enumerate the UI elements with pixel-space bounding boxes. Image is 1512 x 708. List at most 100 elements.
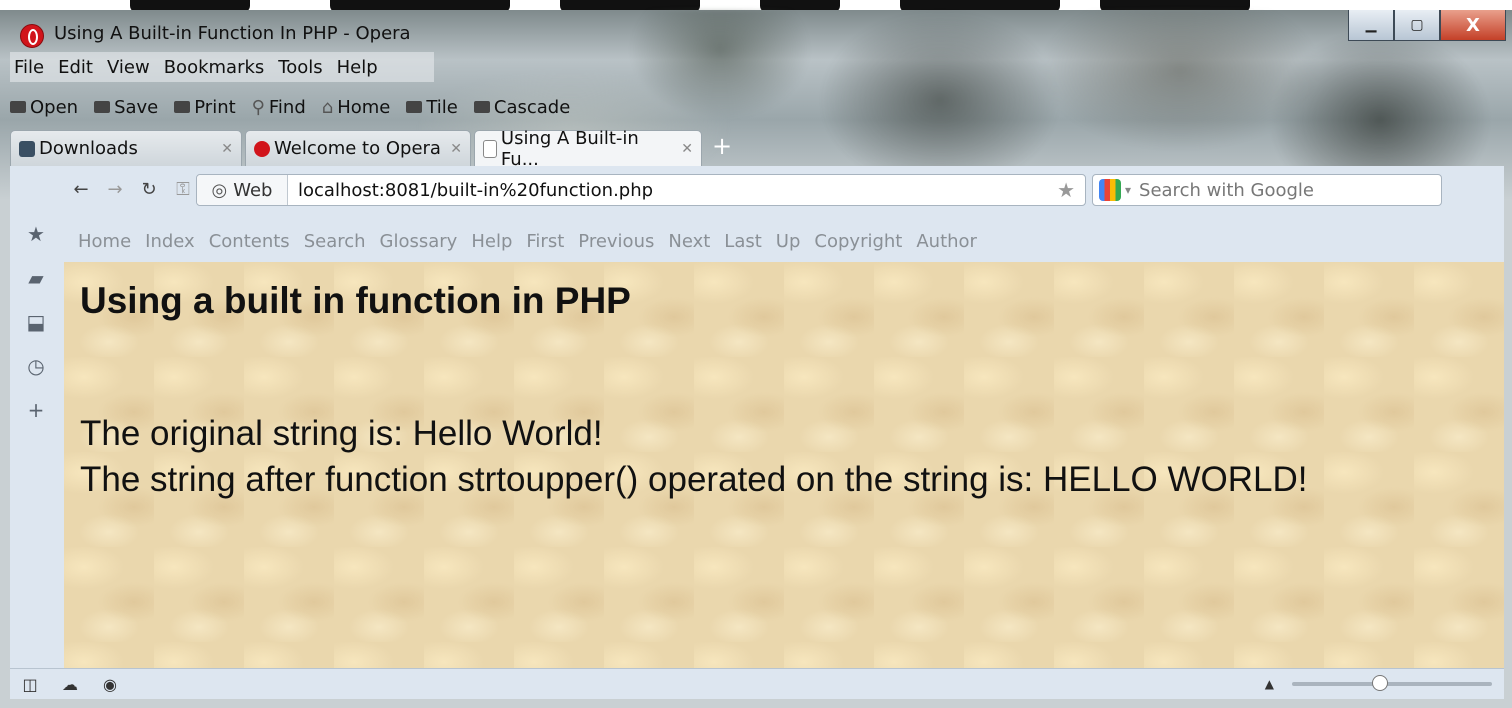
key-icon: ⚿: [176, 178, 190, 200]
print-button[interactable]: Print: [174, 96, 236, 118]
menu-file[interactable]: File: [14, 57, 44, 78]
panel-toggle-icon[interactable]: ◫: [10, 675, 50, 694]
link-help[interactable]: Help: [471, 231, 512, 252]
tile-icon: [406, 101, 423, 113]
link-last[interactable]: Last: [724, 231, 762, 252]
cascade-label: Cascade: [493, 96, 571, 118]
downloads-icon: [19, 140, 35, 157]
downloads-panel-icon[interactable]: ⬓: [10, 300, 62, 344]
search-dropdown-icon[interactable]: ▾: [1125, 183, 1131, 197]
zoom-slider-knob[interactable]: [1372, 675, 1388, 691]
maximize-button[interactable]: ▢: [1394, 10, 1440, 41]
open-button[interactable]: Open: [10, 97, 78, 118]
notes-icon[interactable]: ▰: [10, 256, 62, 300]
link-search[interactable]: Search: [304, 231, 366, 252]
link-index[interactable]: Index: [145, 231, 195, 252]
menu-tools[interactable]: Tools: [278, 57, 322, 78]
minimize-icon: ▁: [1365, 17, 1377, 33]
tab-close-icon[interactable]: ✕: [221, 141, 233, 157]
menu-edit[interactable]: Edit: [58, 57, 93, 78]
maximize-icon: ▢: [1410, 17, 1424, 33]
link-up[interactable]: Up: [776, 231, 801, 252]
key-button[interactable]: ⚿: [166, 179, 200, 200]
save-button[interactable]: Save: [94, 97, 158, 118]
bookmarks-star-icon[interactable]: ★: [10, 212, 62, 256]
link-copyright[interactable]: Copyright: [814, 231, 902, 252]
open-label: Open: [30, 96, 79, 118]
tab-downloads[interactable]: Downloads ✕: [10, 130, 242, 166]
window-title: Using A Built-in Function In PHP - Opera: [54, 23, 411, 44]
reload-button[interactable]: ↻: [132, 179, 166, 200]
folder-icon: [10, 101, 26, 113]
cascade-button[interactable]: Cascade: [473, 96, 571, 118]
save-label: Save: [114, 96, 159, 118]
tile-label: Tile: [426, 96, 458, 118]
top-crop-strip: [0, 0, 1512, 10]
uppercase-string-text: The string after function strtoupper() o…: [80, 460, 1308, 499]
zoom-up-icon[interactable]: ▲: [1265, 677, 1274, 691]
opera-logo-icon[interactable]: [20, 24, 44, 48]
menu-bookmarks[interactable]: Bookmarks: [164, 57, 265, 78]
link-author[interactable]: Author: [916, 231, 977, 252]
bookmark-star-icon[interactable]: ★: [1057, 178, 1075, 202]
home-button[interactable]: ⌂ Home: [322, 97, 391, 118]
tab-label: Welcome to Opera: [274, 138, 441, 159]
minimize-button[interactable]: ▁: [1348, 10, 1394, 41]
tab-close-icon[interactable]: ✕: [450, 141, 462, 157]
find-button[interactable]: ⚲ Find: [252, 97, 306, 118]
browser-chrome: ← → ↻ ⚿ ◎ Web localhost:8081/built-in%20…: [10, 166, 1504, 698]
tab-close-icon[interactable]: ✕: [681, 141, 693, 157]
find-label: Find: [268, 96, 306, 118]
address-bar[interactable]: ◎ Web localhost:8081/built-in%20function…: [196, 174, 1086, 206]
url-text[interactable]: localhost:8081/built-in%20function.php: [298, 180, 653, 201]
add-panel-icon[interactable]: +: [10, 388, 62, 432]
back-arrow-icon: ←: [73, 178, 89, 200]
zoom-slider[interactable]: [1292, 675, 1492, 691]
forward-button[interactable]: →: [98, 179, 132, 200]
original-string-text: The original string is: Hello World!: [80, 414, 603, 453]
globe-icon: ◎: [211, 179, 228, 201]
title-bar: Using A Built-in Function In PHP - Opera…: [8, 10, 1512, 56]
link-home[interactable]: Home: [78, 231, 131, 252]
page-icon: [483, 139, 497, 158]
window-controls: ▁ ▢ X: [1348, 10, 1506, 42]
link-contents[interactable]: Contents: [209, 231, 290, 252]
reload-icon: ↻: [141, 178, 157, 200]
web-label: Web: [233, 179, 273, 201]
tab-built-in-function[interactable]: Using A Built-in Fu... ✕: [474, 128, 702, 170]
turbo-icon[interactable]: ◉: [90, 675, 130, 694]
tab-bar: Downloads ✕ Welcome to Opera ✕ Using A B…: [10, 126, 1504, 170]
link-first[interactable]: First: [526, 231, 564, 252]
search-input[interactable]: Search with Google: [1139, 180, 1314, 201]
opera-icon: [254, 140, 270, 157]
tile-button[interactable]: Tile: [406, 97, 458, 118]
google-icon[interactable]: [1099, 179, 1121, 201]
toolbar: Open Save Print ⚲ Find ⌂ Home Tile Cascade: [10, 92, 586, 122]
cascade-icon: [473, 101, 490, 113]
history-clock-icon[interactable]: ◷: [10, 344, 62, 388]
site-info-button[interactable]: ◎ Web: [197, 175, 288, 205]
unite-cloud-icon[interactable]: ☁: [50, 675, 90, 694]
tab-label: Downloads: [39, 138, 138, 159]
sidebar: ★ ▰ ⬓ ◷ +: [10, 212, 62, 668]
new-tab-button[interactable]: +: [711, 134, 733, 158]
menu-bar: File Edit View Bookmarks Tools Help: [10, 52, 434, 82]
status-bar: ◫ ☁ ◉ ▲: [10, 668, 1504, 699]
page-content: Using a built in function in PHP The ori…: [64, 262, 1504, 668]
print-icon: [174, 101, 191, 113]
forward-arrow-icon: →: [107, 178, 123, 200]
close-button[interactable]: X: [1440, 10, 1506, 41]
menu-help[interactable]: Help: [337, 57, 378, 78]
tab-label: Using A Built-in Fu...: [500, 127, 639, 170]
close-icon: X: [1466, 14, 1480, 36]
navigation-link-bar: Home Index Contents Search Glossary Help…: [64, 220, 1504, 263]
link-next[interactable]: Next: [668, 231, 710, 252]
link-glossary[interactable]: Glossary: [380, 231, 458, 252]
link-previous[interactable]: Previous: [578, 231, 654, 252]
menu-view[interactable]: View: [107, 57, 150, 78]
page-heading: Using a built in function in PHP: [80, 280, 631, 321]
print-label: Print: [194, 96, 236, 118]
back-button[interactable]: ←: [64, 179, 98, 200]
tab-welcome-opera[interactable]: Welcome to Opera ✕: [245, 130, 471, 166]
search-box[interactable]: ▾ Search with Google: [1092, 174, 1442, 206]
